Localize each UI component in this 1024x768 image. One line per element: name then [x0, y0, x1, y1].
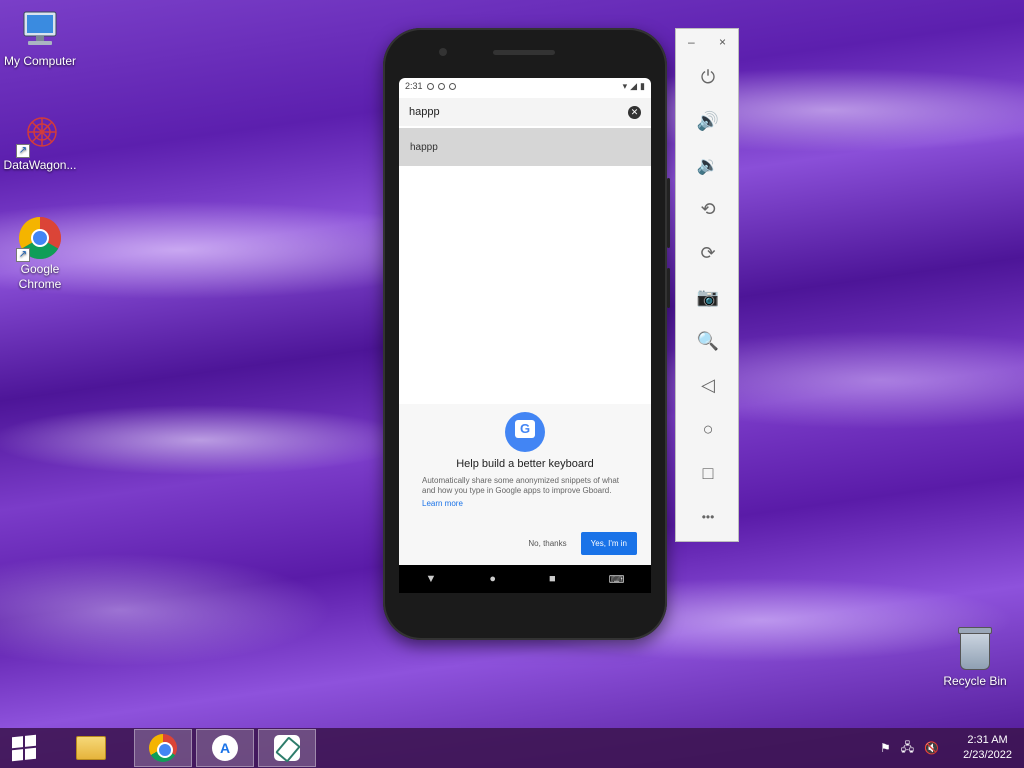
taskbar: A ⚑ 🖧 🔇 2:31 AM 2/23/2022	[0, 728, 1024, 768]
volume-down-icon[interactable]: 🔉	[676, 143, 740, 187]
more-icon[interactable]: •••	[676, 495, 740, 539]
desktop-icon-recycle-bin[interactable]: Recycle Bin	[935, 627, 1015, 688]
emulator-toolbar: – × ⏻ 🔊 🔉 ⟲ ⟳ 📷 🔍 ◁ ○ □ •••	[675, 28, 739, 542]
desktop-icon-google-chrome[interactable]: ↗ Google Chrome	[0, 216, 80, 292]
camera-icon[interactable]: 📷	[676, 275, 740, 319]
desktop-icon-my-computer[interactable]: My Computer	[0, 8, 80, 69]
nav-keyboard-icon[interactable]: ⌨	[609, 573, 625, 586]
home-icon[interactable]: ○	[676, 407, 740, 451]
android-emulator-device: 2:31 ▾ ◢ ▮ happp ✕ happp G Help build a …	[383, 28, 670, 640]
back-icon[interactable]: ◁	[676, 363, 740, 407]
earpiece-speaker	[493, 50, 555, 55]
toolbar-window-controls: – ×	[676, 29, 738, 55]
gboard-logo-icon: G	[505, 412, 545, 452]
status-time: 2:31	[405, 81, 423, 91]
network-icon[interactable]: 🖧	[901, 738, 914, 759]
gboard-consent-sheet: G Help build a better keyboard Automatic…	[399, 404, 651, 565]
learn-more-link[interactable]: Learn more	[399, 496, 651, 508]
notification-icon	[426, 82, 434, 90]
action-center-flag-icon[interactable]: ⚑	[880, 741, 891, 755]
rotate-right-icon[interactable]: ⟳	[676, 231, 740, 275]
volume-up-icon[interactable]: 🔊	[676, 99, 740, 143]
sheet-body: Automatically share some anonymized snip…	[422, 476, 619, 495]
datawagon-icon: ↗	[16, 112, 62, 158]
battery-icon: ▮	[640, 80, 645, 91]
taskbar-android-studio[interactable]: A	[196, 729, 254, 767]
chrome-icon	[149, 734, 177, 762]
volume-rocker	[667, 178, 670, 248]
clear-search-icon[interactable]: ✕	[628, 105, 641, 119]
device-screen[interactable]: 2:31 ▾ ◢ ▮ happp ✕ happp G Help build a …	[399, 78, 651, 565]
suggestion-label: happp	[410, 141, 438, 153]
power-icon[interactable]: ⏻	[676, 55, 740, 99]
android-nav-bar: ▼ ● ■ ⌨	[399, 565, 651, 593]
folder-icon	[76, 736, 106, 760]
nav-back-icon[interactable]: ▼	[425, 573, 436, 585]
signal-icon: ◢	[630, 80, 638, 91]
android-studio-icon: A	[212, 735, 238, 761]
taskbar-chrome[interactable]	[134, 729, 192, 767]
chrome-icon: ↗	[16, 216, 62, 262]
status-bar: 2:31 ▾ ◢ ▮	[399, 78, 651, 94]
volume-muted-icon[interactable]: 🔇	[924, 741, 939, 755]
nav-recents-icon[interactable]: ■	[549, 573, 556, 585]
recycle-bin-icon	[958, 627, 992, 670]
taskbar-emulator[interactable]	[258, 729, 316, 767]
sheet-title: Help build a better keyboard	[456, 458, 594, 470]
clock-time: 2:31 AM	[967, 734, 1008, 746]
desktop-icon-label: Google Chrome	[18, 262, 62, 291]
windows-logo-icon	[12, 734, 36, 762]
notification-icon	[448, 82, 456, 90]
power-key	[667, 268, 670, 308]
taskbar-clock[interactable]: 2:31 AM 2/23/2022	[963, 733, 1012, 763]
desktop-icon-label: My Computer	[3, 54, 77, 68]
clock-date: 2/23/2022	[963, 749, 1012, 761]
taskbar-file-explorer[interactable]	[62, 729, 120, 767]
search-suggestion[interactable]: happp	[399, 128, 651, 166]
system-tray: ⚑ 🖧 🔇 2:31 AM 2/23/2022	[880, 733, 1024, 763]
desktop-icon-datawagon[interactable]: ↗ DataWagon...	[0, 112, 80, 173]
search-query: happp	[409, 106, 440, 118]
search-input[interactable]: happp ✕	[399, 98, 651, 126]
desktop-icon-label: DataWagon...	[3, 158, 77, 172]
no-thanks-button[interactable]: No, thanks	[528, 539, 566, 548]
nav-home-icon[interactable]: ●	[489, 573, 496, 585]
shortcut-arrow-icon: ↗	[16, 144, 30, 158]
wifi-icon: ▾	[622, 80, 628, 91]
close-icon[interactable]: ×	[719, 35, 726, 49]
shortcut-arrow-icon: ↗	[16, 248, 30, 262]
sheet-actions: No, thanks Yes, I'm in	[528, 532, 637, 555]
zoom-icon[interactable]: 🔍	[676, 319, 740, 363]
emulator-icon	[274, 735, 300, 761]
desktop-icon-label: Recycle Bin	[943, 674, 1007, 688]
notification-icon	[437, 82, 445, 90]
overview-icon[interactable]: □	[676, 451, 740, 495]
minimize-icon[interactable]: –	[688, 35, 695, 49]
yes-im-in-button[interactable]: Yes, I'm in	[580, 532, 637, 555]
start-button[interactable]	[0, 728, 48, 768]
rotate-left-icon[interactable]: ⟲	[676, 187, 740, 231]
front-camera	[439, 48, 447, 56]
computer-icon	[18, 8, 62, 52]
